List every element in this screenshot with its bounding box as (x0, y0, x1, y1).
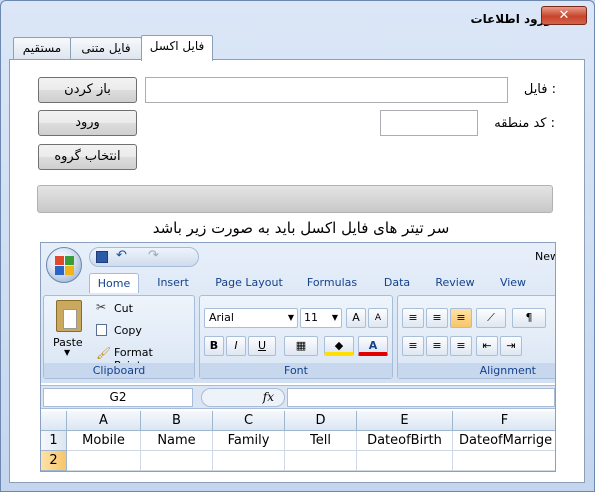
fx-button[interactable]: fx (201, 388, 285, 407)
alignment-group: ≡ ≡ ≡ ⟋ ¶ ≡ ≡ ≡ ⇤ ⇥ Alignment (397, 295, 555, 379)
ribbon-tab-data[interactable]: Data (377, 273, 417, 293)
table-cell[interactable]: Tell (285, 431, 357, 451)
open-button[interactable]: باز کردن (38, 77, 137, 103)
table-cell[interactable] (67, 451, 141, 471)
table-cell[interactable] (453, 451, 555, 471)
ribbon-tab-home[interactable]: Home (89, 273, 139, 293)
copy-button[interactable]: Copy (114, 324, 142, 337)
file-label: فایل : (523, 82, 556, 97)
fx-icon: fx (262, 390, 274, 404)
grow-font-button[interactable]: A (346, 308, 366, 328)
align-bottom-button[interactable]: ≡ (450, 308, 472, 328)
font-size-value: 11 (304, 311, 318, 324)
tab-direct[interactable]: مستقیم (13, 37, 71, 60)
excel-window-title: New (535, 250, 555, 263)
increase-indent-button[interactable]: ⇥ (500, 336, 522, 356)
bold-button[interactable]: B (204, 336, 224, 356)
fill-color-button[interactable]: ◆ (324, 336, 354, 356)
ribbon-tab-insert[interactable]: Insert (151, 273, 195, 293)
save-icon (96, 251, 108, 263)
select-group-button[interactable]: انتخاب گروه (38, 144, 137, 170)
name-box-value: G2 (109, 390, 127, 404)
window-title: ورود اطلاعات (470, 12, 552, 26)
font-size-select[interactable]: 11 ▼ (300, 308, 342, 328)
table-cell[interactable] (141, 451, 213, 471)
font-group-label: Font (200, 363, 392, 378)
excel-sample-image: ↶ ↷ New Home Insert Page Layout Formulas… (40, 242, 556, 472)
orientation-button[interactable]: ⟋ (476, 308, 506, 328)
undo-icon: ↶ (116, 248, 127, 263)
underline-button[interactable]: U (248, 336, 276, 356)
close-button[interactable]: ✕ (541, 6, 587, 25)
paste-dropdown-icon: ▼ (64, 348, 71, 357)
column-header[interactable]: C (213, 411, 285, 431)
font-group: Arial ▼ 11 ▼ A A B I U ▦ ◆ A Font (199, 295, 393, 379)
ribbon-tab-page-layout[interactable]: Page Layout (211, 273, 287, 293)
formula-input[interactable] (287, 388, 555, 407)
region-code-label: کد منطقه : (494, 116, 555, 131)
table-cell[interactable] (357, 451, 453, 471)
shrink-font-icon: A (374, 313, 382, 323)
file-path-field[interactable] (145, 77, 508, 103)
clipboard-group: Paste ▼ ✂ Cut Copy 🖌 Format Painter Clip… (43, 295, 195, 379)
office-button-icon (46, 247, 82, 283)
font-name-select[interactable]: Arial ▼ (204, 308, 298, 328)
column-header[interactable]: E (357, 411, 453, 431)
row-header[interactable]: 2 (41, 451, 67, 471)
ribbon-tab-view[interactable]: View (493, 273, 533, 293)
column-header[interactable]: D (285, 411, 357, 431)
align-left-button[interactable]: ≡ (450, 336, 472, 356)
borders-button[interactable]: ▦ (284, 336, 318, 356)
grow-font-icon: A (352, 311, 360, 324)
column-header[interactable]: F (453, 411, 555, 431)
import-button[interactable]: ورود (38, 110, 137, 136)
format-painter-icon: 🖌 (96, 346, 112, 360)
name-box[interactable]: G2 (43, 388, 193, 407)
borders-icon: ▦ (295, 339, 307, 352)
table-cell[interactable] (213, 451, 285, 471)
align-center-button[interactable]: ≡ (426, 336, 448, 356)
progress-bar (37, 185, 553, 213)
align-top-button[interactable]: ≡ (402, 308, 424, 328)
ribbon-tab-review[interactable]: Review (429, 273, 481, 293)
alignment-group-label: Alignment (398, 363, 555, 378)
redo-icon: ↷ (148, 248, 159, 263)
title-bar: ورود اطلاعات ✕ (1, 1, 594, 33)
font-name-value: Arial (209, 311, 234, 324)
clipboard-group-label: Clipboard (44, 363, 194, 378)
region-code-field[interactable] (380, 110, 478, 136)
fill-bucket-icon: ◆ (334, 339, 344, 352)
paragraph-direction-button[interactable]: ¶ (512, 308, 546, 328)
excel-header-instruction: سر تیتر های فایل اکسل باید به صورت زیر ب… (152, 219, 450, 237)
table-cell[interactable]: Name (141, 431, 213, 451)
chevron-down-icon: ▼ (287, 313, 294, 322)
select-all-corner[interactable] (41, 411, 67, 431)
chevron-down-icon: ▼ (331, 313, 338, 322)
tab-text-file[interactable]: فایل متنی (70, 37, 142, 60)
italic-button[interactable]: I (226, 336, 246, 356)
ribbon-tab-formulas[interactable]: Formulas (301, 273, 363, 293)
table-cell[interactable] (285, 451, 357, 471)
decrease-indent-button[interactable]: ⇤ (476, 336, 498, 356)
table-cell[interactable]: Family (213, 431, 285, 451)
column-header[interactable]: A (67, 411, 141, 431)
font-color-button[interactable]: A (358, 336, 388, 356)
copy-icon (96, 324, 107, 336)
quick-access-toolbar: ↶ ↷ (89, 247, 199, 267)
row-header[interactable]: 1 (41, 431, 67, 451)
sheet-grid: A B C D E F 1 Mobile Name Family Tell Da… (41, 411, 555, 471)
table-cell[interactable]: Mobile (67, 431, 141, 451)
shrink-font-button[interactable]: A (368, 308, 388, 328)
table-cell[interactable]: DateofMarrige (453, 431, 555, 451)
formula-bar: G2 fx (41, 385, 555, 409)
paste-icon (56, 300, 82, 332)
align-right-button[interactable]: ≡ (402, 336, 424, 356)
tab-excel-file[interactable]: فایل اکسل (141, 35, 213, 61)
app-window: ورود اطلاعات ✕ مستقیم فایل متنی فایل اکس… (0, 0, 595, 492)
cut-icon: ✂ (96, 300, 107, 314)
table-cell[interactable]: DateofBirth (357, 431, 453, 451)
align-middle-button[interactable]: ≡ (426, 308, 448, 328)
column-header[interactable]: B (141, 411, 213, 431)
cut-button[interactable]: Cut (114, 302, 133, 315)
